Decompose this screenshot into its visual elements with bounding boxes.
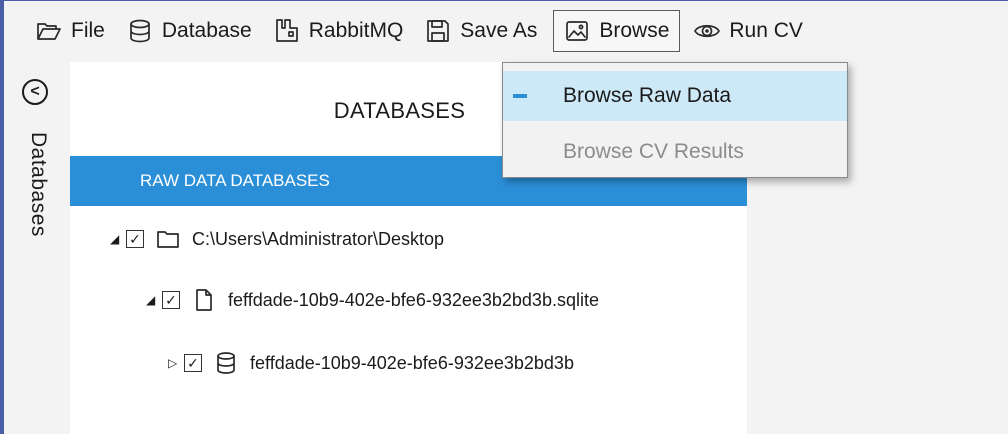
database-menu[interactable]: Database	[119, 10, 260, 52]
rabbitmq-menu[interactable]: RabbitMQ	[266, 10, 412, 52]
tree-item-folder[interactable]: ◢ ✓ C:\Users\Administrator\Desktop	[110, 224, 444, 254]
rabbitmq-icon	[275, 19, 298, 42]
database-menu-label: Database	[161, 19, 252, 42]
file-menu-label: File	[71, 19, 105, 42]
save-as-menu[interactable]: Save As	[417, 10, 545, 52]
databases-side-tab[interactable]: < Databases	[4, 62, 70, 434]
toolbar: File Database RabbitMQ Save As Browse Ru…	[4, 1, 1008, 61]
run-cv-menu[interactable]: Run CV	[686, 10, 811, 52]
tree-checkbox[interactable]: ✓	[162, 291, 180, 309]
side-tab-label: Databases	[27, 132, 50, 237]
image-icon	[566, 21, 589, 41]
rabbitmq-menu-label: RabbitMQ	[308, 19, 404, 42]
browse-cv-results-item[interactable]: Browse CV Results	[503, 127, 847, 177]
browse-menu-label: Browse	[599, 19, 670, 42]
selection-marker-icon	[513, 94, 527, 98]
tree-item-database[interactable]: ▷ ✓ feffdade-10b9-402e-bfe6-932ee3b2bd3b	[168, 348, 574, 378]
expanded-arrow-icon[interactable]: ◢	[146, 293, 162, 307]
collapse-panel-button[interactable]: <	[22, 79, 48, 105]
save-icon	[427, 20, 450, 42]
browse-dropdown-menu: Browse Raw Data Browse CV Results	[502, 62, 848, 178]
browse-raw-data-item[interactable]: Browse Raw Data	[503, 71, 847, 121]
tree-checkbox[interactable]: ✓	[126, 230, 144, 248]
file-menu[interactable]: File	[28, 10, 113, 52]
database-icon	[129, 19, 150, 43]
run-cv-menu-label: Run CV	[729, 19, 803, 42]
browse-menu[interactable]: Browse	[553, 10, 681, 52]
file-icon	[196, 289, 212, 311]
folder-icon	[157, 231, 179, 248]
tree-item-sqlite-file[interactable]: ◢ ✓ feffdade-10b9-402e-bfe6-932ee3b2bd3b…	[146, 285, 599, 315]
menu-item-label: Browse Raw Data	[563, 84, 732, 107]
collapsed-arrow-icon[interactable]: ▷	[168, 356, 184, 370]
database-icon	[217, 352, 235, 374]
menu-item-label: Browse CV Results	[563, 140, 744, 163]
tree-item-label: C:\Users\Administrator\Desktop	[192, 228, 445, 249]
tree-item-label: feffdade-10b9-402e-bfe6-932ee3b2bd3b.sql…	[228, 289, 599, 310]
eye-icon	[694, 24, 721, 38]
tree-item-label: feffdade-10b9-402e-bfe6-932ee3b2bd3b	[250, 352, 574, 373]
save-as-menu-label: Save As	[460, 19, 538, 42]
chevron-left-icon: <	[30, 83, 40, 100]
expanded-arrow-icon[interactable]: ◢	[110, 232, 126, 246]
tree-checkbox[interactable]: ✓	[184, 354, 202, 372]
folder-open-icon	[37, 23, 61, 40]
